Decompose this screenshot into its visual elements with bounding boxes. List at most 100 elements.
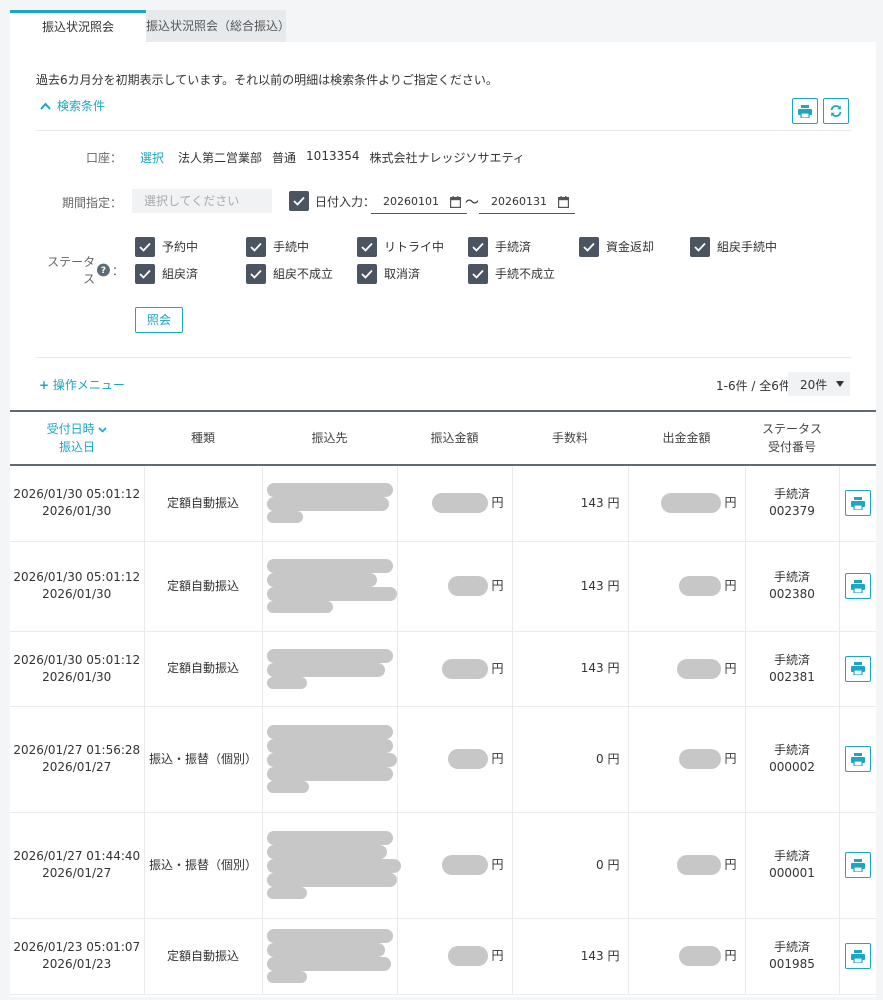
currency-unit: 円: [491, 948, 504, 963]
redacted-block: [266, 601, 333, 613]
transfer-date-value: 2026/01/27: [42, 760, 112, 774]
row-print-button[interactable]: [844, 655, 871, 682]
received-at-value: 2026/01/27 01:44:40: [13, 849, 141, 863]
date-input-toggle[interactable]: 日付入力：: [289, 191, 375, 211]
sort-chevron-down-icon[interactable]: [98, 427, 107, 433]
cell-received-at: 2026/01/30 05:01:12 2026/01/30: [10, 465, 145, 542]
status-value: 手続済: [773, 849, 810, 863]
status-checkbox-item[interactable]: 組戻手続中: [690, 236, 801, 257]
transfer-date-value: 2026/01/30: [42, 669, 112, 684]
calendar-icon: [450, 195, 461, 208]
printer-icon: [850, 858, 865, 872]
status-checkbox-item[interactable]: リトライ中: [357, 236, 468, 257]
row-print-button[interactable]: [844, 490, 871, 517]
table-row: 2026/01/30 05:01:12 2026/01/30 定額自動振込 円 143…: [10, 631, 876, 707]
account-select-link[interactable]: 選択: [140, 149, 164, 166]
status-checkbox-item[interactable]: 手続不成立: [468, 263, 579, 284]
search-button[interactable]: 照会: [135, 307, 183, 333]
header-status: ステータス 受付番号: [745, 411, 839, 465]
redacted-block: [266, 648, 393, 663]
tab-transfer-status[interactable]: 振込状況照会: [10, 10, 146, 42]
main-panel: 過去6カ月分を初期表示しています。それ以前の明細は検索条件よりご指定ください。 …: [10, 42, 876, 997]
period-select[interactable]: 選択してください: [132, 189, 272, 213]
currency-unit: 円: [491, 495, 504, 510]
checkbox[interactable]: [246, 236, 266, 257]
status-checkbox-label: 組戻手続中: [717, 240, 778, 254]
status-checkbox-item[interactable]: 取消済: [357, 263, 468, 284]
received-at-value: 2026/01/30 05:01:12: [13, 570, 141, 584]
checkbox[interactable]: [357, 236, 377, 257]
receipt-no-value: 002381: [769, 669, 815, 684]
cell-withdrawal: 円: [628, 541, 746, 632]
per-page-select[interactable]: 20件: [788, 372, 850, 396]
status-checkbox-item[interactable]: 予約中: [135, 236, 246, 257]
calendar-icon: [558, 195, 569, 208]
header-transfer-date-label[interactable]: 振込日: [59, 440, 95, 454]
cell-withdrawal: 円: [628, 812, 746, 919]
status-checkbox-item[interactable]: 手続済: [468, 236, 579, 257]
cell-actions: [839, 541, 876, 632]
redacted-block: [266, 573, 377, 587]
status-checkbox-group: 予約中 手続中 リトライ中 手続済 資金返却 組戻手続中組戻済 組戻不成立 取消済 手続不成立: [135, 236, 801, 284]
cell-actions: [839, 812, 876, 919]
row-print-button[interactable]: [844, 852, 871, 878]
status-checkbox-item[interactable]: 資金返却: [579, 236, 690, 257]
redacted-withdrawal: [678, 576, 721, 596]
printer-icon: [850, 496, 865, 510]
transfer-table: 受付日時 振込日 種類 振込先 振込金額 手数料 出金金額 ステータス 受付番号…: [10, 410, 876, 995]
print-all-button[interactable]: [792, 98, 818, 124]
fee-value: 0: [596, 751, 604, 766]
redacted-block: [266, 753, 397, 767]
currency-unit: 円: [724, 578, 737, 593]
cell-received-at: 2026/01/23 05:01:07 2026/01/23: [10, 918, 145, 995]
cell-status: 手続済 000002: [745, 706, 840, 813]
transfer-date-value: 2026/01/30: [42, 587, 112, 601]
cell-status: 手続済 002381: [745, 631, 840, 707]
checkbox[interactable]: [289, 191, 309, 211]
search-conditions-toggle[interactable]: 検索条件: [40, 97, 105, 114]
check-icon: [694, 242, 706, 252]
redacted-block: [266, 511, 303, 524]
checkbox[interactable]: [135, 236, 155, 257]
status-checkbox-label: 手続中: [273, 240, 310, 254]
received-at-value: 2026/01/30 05:01:12: [13, 487, 141, 502]
redacted-block: [266, 957, 391, 971]
operations-menu[interactable]: + 操作メニュー: [39, 376, 125, 393]
cell-amount: 円: [397, 918, 513, 995]
date-range-separator: ～: [465, 195, 479, 211]
currency-unit: 円: [607, 578, 620, 593]
date-to-field[interactable]: 20260131: [479, 190, 575, 214]
help-icon[interactable]: ?: [97, 263, 110, 277]
header-received-at[interactable]: 受付日時 振込日: [10, 411, 144, 465]
cell-fee: 143 円: [512, 541, 629, 632]
checkbox[interactable]: [690, 236, 710, 257]
currency-unit: 円: [724, 661, 737, 675]
divider: [36, 357, 851, 358]
tab-transfer-status-bulk[interactable]: 振込状況照会（総合振込）: [146, 10, 290, 42]
row-print-button[interactable]: [844, 573, 871, 599]
checkbox[interactable]: [579, 236, 599, 257]
check-icon: [250, 269, 262, 279]
status-checkbox-item[interactable]: 組戻不成立: [246, 263, 357, 284]
redacted-withdrawal: [678, 946, 721, 966]
currency-unit: 円: [724, 857, 737, 872]
check-icon: [293, 196, 305, 206]
checkbox[interactable]: [468, 263, 488, 284]
status-checkbox-item[interactable]: 組戻済: [135, 263, 246, 284]
status-checkbox-item[interactable]: 手続中: [246, 236, 357, 257]
row-print-button[interactable]: [844, 943, 871, 969]
row-print-button[interactable]: [844, 746, 871, 772]
date-from-field[interactable]: 20260101: [371, 190, 467, 214]
header-received-at-label[interactable]: 受付日時: [47, 422, 95, 436]
checkbox[interactable]: [246, 263, 266, 284]
printer-icon: [798, 104, 812, 118]
checkbox[interactable]: [357, 263, 377, 284]
redacted-block: [266, 887, 307, 899]
check-icon: [139, 269, 151, 279]
redacted-block: [266, 676, 307, 689]
account-type: 普通: [272, 151, 297, 165]
checkbox[interactable]: [468, 236, 488, 257]
checkbox[interactable]: [135, 263, 155, 284]
period-label: 期間指定：: [61, 196, 122, 210]
refresh-button[interactable]: [823, 98, 849, 124]
